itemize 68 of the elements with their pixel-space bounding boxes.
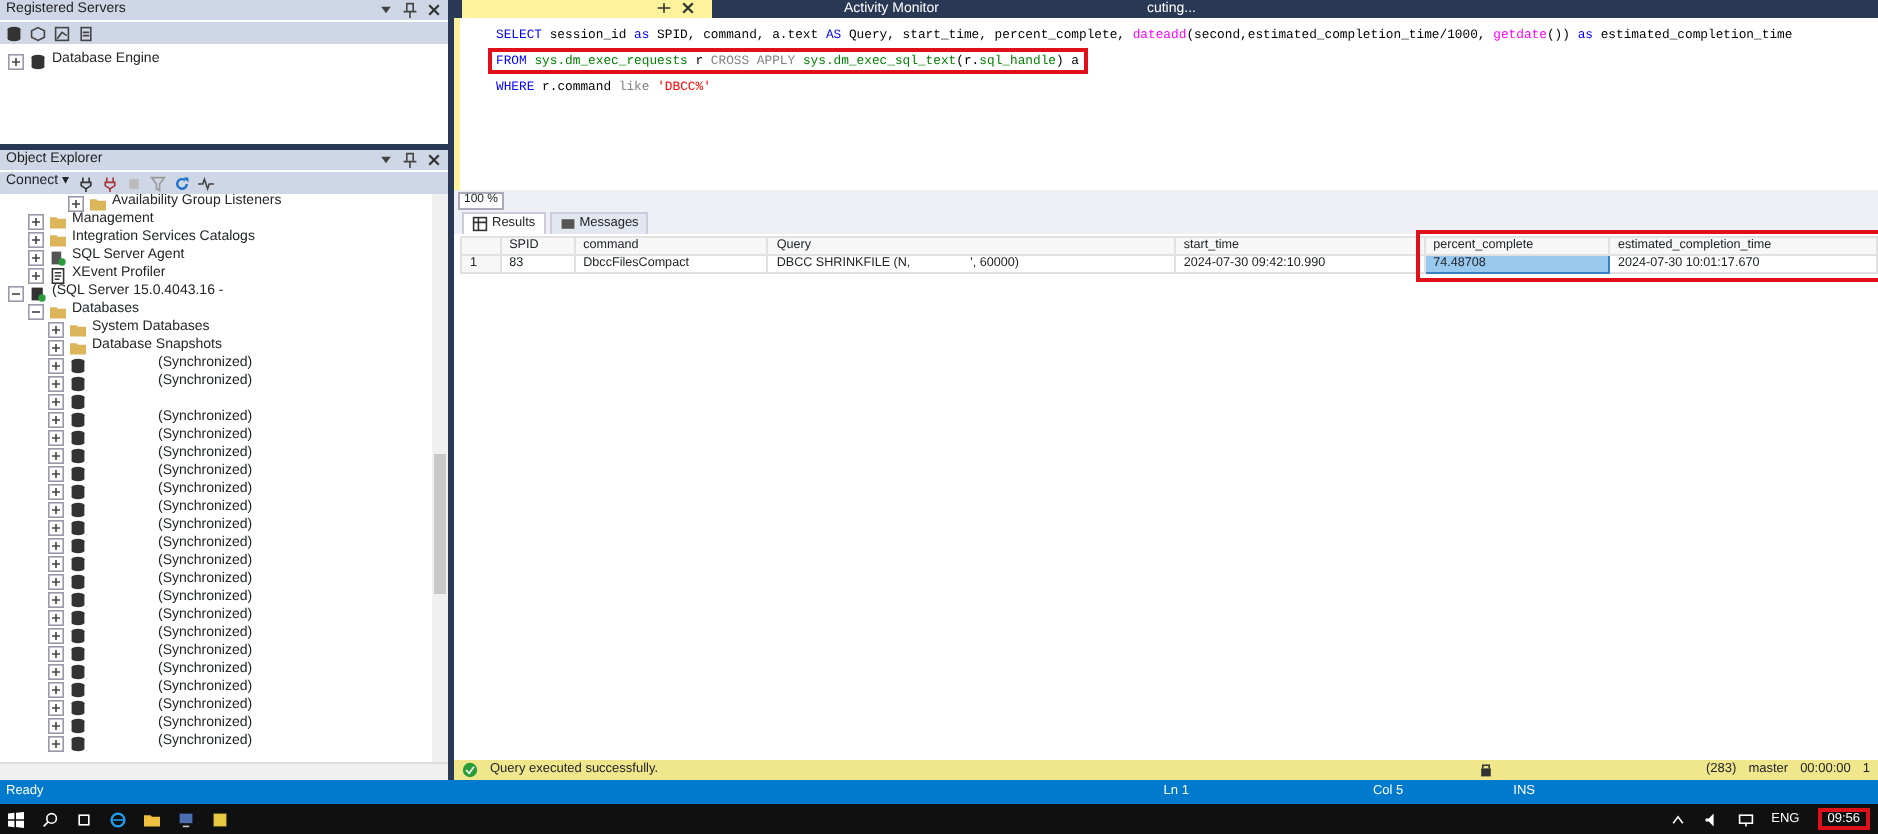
stop-icon (126, 175, 143, 191)
lock-icon (1478, 762, 1494, 778)
expand-toggle-icon[interactable] (48, 483, 64, 499)
expand-toggle-icon[interactable] (48, 627, 64, 643)
expand-toggle-icon[interactable] (48, 537, 64, 553)
document-icon (50, 267, 66, 283)
expand-toggle-icon[interactable] (48, 393, 64, 409)
expand-toggle-icon[interactable] (68, 195, 84, 211)
report-icon (78, 25, 94, 41)
search-icon (42, 811, 58, 827)
horizontal-scrollbar[interactable] (0, 762, 448, 780)
expand-toggle-icon[interactable] (28, 249, 44, 265)
expand-toggle-icon[interactable] (48, 339, 64, 355)
plug-icon (102, 175, 119, 191)
expand-toggle-icon[interactable] (8, 53, 24, 69)
expand-toggle-icon[interactable] (48, 429, 64, 445)
database-icon (6, 25, 22, 41)
expand-toggle-icon[interactable] (28, 267, 44, 283)
expand-toggle-icon[interactable] (48, 663, 64, 679)
network-icon (1737, 811, 1754, 827)
expand-toggle-icon[interactable] (48, 573, 64, 589)
query-tab[interactable] (462, 0, 712, 18)
expand-toggle-icon[interactable] (48, 609, 64, 625)
expand-toggle-icon[interactable] (48, 501, 64, 517)
caret-icon (1669, 811, 1686, 827)
scrollbar-thumb[interactable] (434, 454, 446, 594)
expand-toggle-icon[interactable] (48, 555, 64, 571)
task-view-icon (76, 811, 92, 827)
expand-toggle-icon[interactable] (48, 519, 64, 535)
collapse-toggle-icon[interactable] (8, 285, 24, 301)
expand-toggle-icon[interactable] (48, 321, 64, 337)
monitor-icon (178, 811, 194, 827)
chart-icon (54, 25, 70, 41)
pin-icon (402, 2, 418, 18)
collapse-toggle-icon[interactable] (28, 303, 44, 319)
server-icon (30, 285, 46, 301)
expand-toggle-icon[interactable] (48, 447, 64, 463)
database-icon (30, 53, 46, 69)
expand-toggle-icon[interactable] (48, 375, 64, 391)
expand-toggle-icon[interactable] (48, 465, 64, 481)
message-icon (559, 216, 576, 232)
refresh-icon (174, 175, 191, 191)
speaker-icon (1703, 811, 1720, 827)
expand-toggle-icon[interactable] (28, 231, 44, 247)
expand-toggle-icon[interactable] (48, 681, 64, 697)
expand-toggle-icon[interactable] (48, 357, 64, 373)
plug-icon (78, 175, 95, 191)
pin-icon (656, 0, 672, 16)
expand-toggle-icon[interactable] (48, 411, 64, 427)
close-icon (426, 2, 442, 18)
expand-toggle-icon[interactable] (48, 591, 64, 607)
windows-icon (8, 811, 24, 827)
agent-icon (50, 249, 66, 265)
expand-toggle-icon[interactable] (28, 213, 44, 229)
pin-icon (402, 152, 418, 168)
close-icon (680, 0, 696, 16)
expand-toggle-icon[interactable] (48, 717, 64, 733)
filter-icon (150, 175, 167, 191)
grid-icon (472, 216, 488, 232)
activity-icon (198, 175, 215, 191)
folder-icon (144, 811, 160, 827)
expand-toggle-icon[interactable] (48, 735, 64, 751)
close-icon (426, 152, 442, 168)
vertical-scrollbar[interactable] (432, 194, 448, 762)
browser-icon (110, 811, 126, 827)
expand-toggle-icon[interactable] (48, 699, 64, 715)
app-icon (212, 811, 228, 827)
expand-toggle-icon[interactable] (48, 645, 64, 661)
